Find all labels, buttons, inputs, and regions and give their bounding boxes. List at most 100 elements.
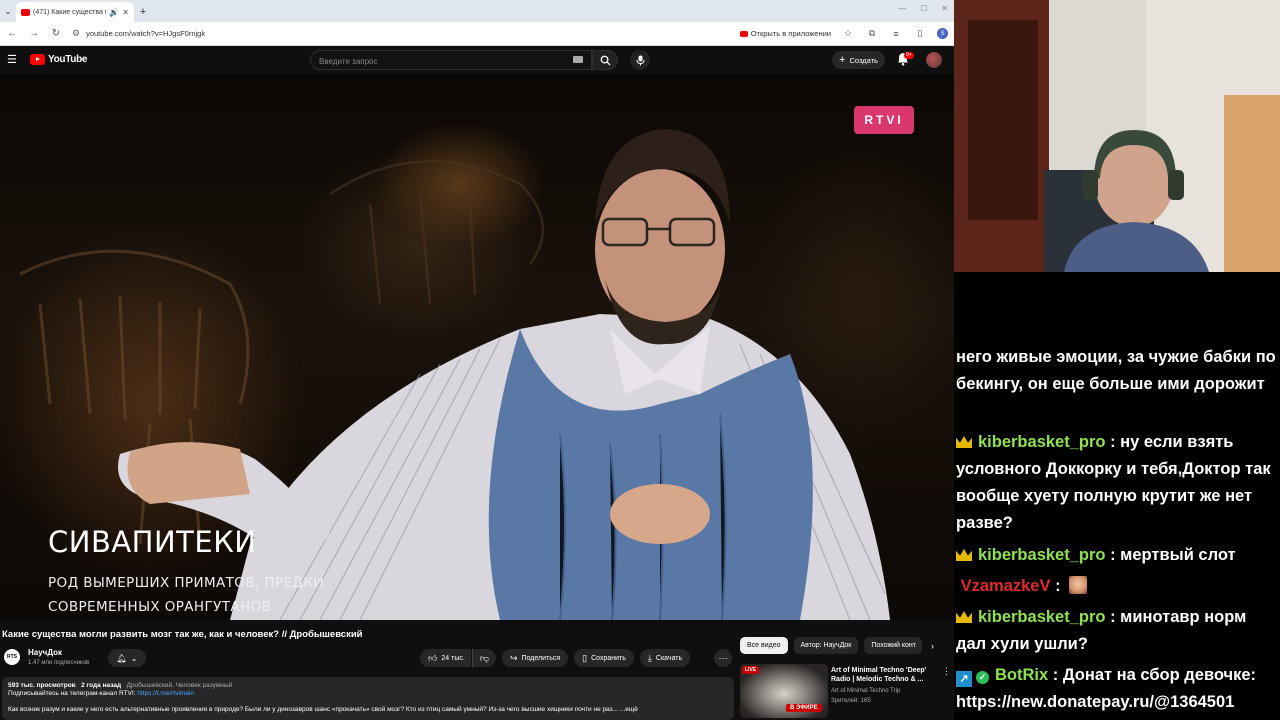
- recommended-viewers: Зрителей: 165: [831, 698, 871, 704]
- save-button[interactable]: ▯ Сохранить: [574, 649, 634, 667]
- forward-icon[interactable]: →: [28, 28, 40, 39]
- split-view-icon[interactable]: ▯: [913, 28, 927, 39]
- bookmark-star-icon[interactable]: ☆: [841, 28, 855, 39]
- video-overlay-title: СИВАПИТЕКИ: [48, 525, 257, 559]
- search-input[interactable]: [319, 55, 549, 67]
- recommended-title[interactable]: Art of Minimal Techno 'Deep' Radio | Mel…: [831, 666, 939, 684]
- audio-icon[interactable]: 🔊: [109, 8, 119, 17]
- stream-chat: него живые эмоции, за чужие бабки по бек…: [954, 272, 1280, 720]
- back-icon[interactable]: ←: [6, 28, 18, 39]
- channel-subscribers: 1,47 млн подписчиков: [28, 660, 90, 666]
- open-in-app-label: Открыть в приложении: [750, 29, 831, 38]
- youtube-logo[interactable]: YouTube: [30, 54, 88, 65]
- url-field[interactable]: ⚙ youtube.com/watch?v=HJgsF0rnjgk: [72, 25, 730, 43]
- close-window-icon[interactable]: ✕: [941, 4, 948, 13]
- youtube-favicon-icon: [21, 8, 30, 16]
- chat-message-text: : мертвый слот: [1105, 546, 1236, 564]
- open-in-app-button[interactable]: Открыть в приложении: [739, 29, 831, 38]
- video-actions: 👍︎ 24 тыс. 👎︎ ↪ Поделиться ▯ Сохранить ⤓…: [420, 649, 691, 667]
- chat-username: kiberbasket_pro: [978, 546, 1106, 564]
- telegram-text: Подписывайтесь на телеграм-канал RTVI:: [8, 690, 136, 697]
- menu-icon[interactable]: ☰: [7, 54, 17, 66]
- more-actions-button[interactable]: ⋯: [714, 649, 732, 667]
- description-meta: 593 тыс. просмотров 2 года назад Дробыше…: [8, 682, 728, 689]
- chat-message-text: :: [1050, 577, 1066, 595]
- emote-icon: [1069, 576, 1088, 594]
- chat-username: VzamazkeV: [960, 577, 1051, 595]
- channel-name[interactable]: НаучДок: [28, 648, 62, 657]
- recommended-thumbnail[interactable]: LIVE В ЭФИРЕ: [740, 664, 828, 718]
- chevron-down-icon: ⌄: [130, 653, 138, 663]
- chat-message: kiberbasket_pro : ну если взять условног…: [956, 429, 1278, 537]
- extensions-icon[interactable]: ⧉: [865, 28, 879, 39]
- upload-date: 2 года назад: [81, 682, 122, 689]
- chip-similar[interactable]: Похожий конт: [864, 637, 923, 654]
- video-title: Какие существа могли развить мозг так же…: [2, 629, 363, 640]
- youtube-play-icon: [30, 54, 45, 65]
- chevron-right-icon[interactable]: ›: [931, 641, 934, 651]
- crown-badge-icon: [956, 611, 972, 623]
- reload-icon[interactable]: ↻: [50, 28, 62, 39]
- video-player[interactable]: RTVI СИВАПИТЕКИ РОД ВЫМЕРШИХ ПРИМАТОВ, П…: [0, 74, 954, 620]
- dislike-button[interactable]: 👎︎: [471, 649, 496, 667]
- chat-message: kiberbasket_pro : мертвый слот: [956, 542, 1278, 569]
- like-count: 24 тыс.: [441, 654, 465, 662]
- notification-badge: 9+: [904, 52, 914, 59]
- search-button[interactable]: [592, 50, 618, 70]
- maximize-icon[interactable]: ☐: [920, 4, 927, 13]
- overlay-subtitle-line-1: РОД ВЫМЕРШИХ ПРИМАТОВ, ПРЕДКИ: [48, 575, 324, 591]
- share-arrow-icon: ↪: [509, 652, 518, 663]
- youtube-small-icon: [739, 30, 748, 37]
- telegram-link[interactable]: https://t.me/rtvimain: [137, 690, 194, 697]
- download-label: Скачать: [655, 654, 683, 662]
- chat-username: kiberbasket_pro: [978, 433, 1106, 451]
- browser-tab[interactable]: (471) Какие существа могли 🔊 ✕: [16, 2, 134, 22]
- webcam-image: [954, 0, 1280, 272]
- browser-window: ⌄ (471) Какие существа могли 🔊 ✕ + — ☐ ✕…: [0, 0, 954, 720]
- download-button[interactable]: ⤓ Скачать: [639, 649, 691, 667]
- share-label: Поделиться: [521, 654, 561, 662]
- thumbs-up-icon: 👍︎: [428, 652, 438, 663]
- related-filter-chips: Все видео Автор: НаучДок Похожий конт: [740, 637, 923, 654]
- bot-badge-icon: ↗: [956, 671, 972, 687]
- video-overlay-subtitle: РОД ВЫМЕРШИХ ПРИМАТОВ, ПРЕДКИ СОВРЕМЕННЫ…: [48, 571, 324, 619]
- playlist-icon[interactable]: ≡: [889, 29, 903, 39]
- chat-message: него живые эмоции, за чужие бабки по бек…: [956, 344, 1278, 398]
- create-label: Создать: [849, 55, 878, 65]
- account-avatar[interactable]: [926, 52, 942, 68]
- close-tab-icon[interactable]: ✕: [122, 8, 129, 17]
- new-tab-button[interactable]: +: [134, 2, 152, 22]
- rtvi-logo: RTVI: [854, 106, 914, 134]
- description-box[interactable]: 593 тыс. просмотров 2 года назад Дробыше…: [2, 677, 734, 720]
- url-text: youtube.com/watch?v=HJgsF0rnjgk: [86, 29, 206, 38]
- description-tags: Дробышевский. Человек разумный: [126, 682, 233, 689]
- keyboard-icon[interactable]: [573, 56, 583, 63]
- tab-title: (471) Какие существа могли: [33, 8, 106, 16]
- live-badge: LIVE: [742, 666, 760, 674]
- bookmark-icon: ▯: [582, 652, 588, 663]
- kebab-menu-icon[interactable]: ⋮: [942, 666, 951, 677]
- tab-list-icon[interactable]: ⌄: [0, 0, 16, 22]
- share-button[interactable]: ↪ Поделиться: [501, 649, 569, 667]
- chip-all-videos[interactable]: Все видео: [740, 637, 788, 654]
- crown-badge-icon: [956, 549, 972, 561]
- subscription-bell-button[interactable]: 🔔︎ ⌄: [108, 649, 146, 667]
- tab-bar: ⌄ (471) Какие существа могли 🔊 ✕ + — ☐ ✕: [0, 0, 954, 22]
- site-info-icon[interactable]: ⚙: [72, 28, 80, 39]
- create-button[interactable]: + Создать: [832, 51, 885, 69]
- crown-badge-icon: [956, 436, 972, 448]
- save-label: Сохранить: [591, 654, 626, 662]
- chat-message-text: него живые эмоции, за чужие бабки по бек…: [956, 348, 1276, 393]
- download-icon: ⤓: [647, 652, 652, 663]
- minimize-icon[interactable]: —: [898, 4, 906, 13]
- chat-message: ↗ ✓ BotRix : Донат на сбор девочке: https:…: [956, 662, 1278, 716]
- chip-author[interactable]: Автор: НаучДок: [793, 637, 859, 654]
- chat-message: VzamazkeV :: [956, 573, 1278, 600]
- voice-search-button[interactable]: [630, 50, 650, 70]
- recommended-video[interactable]: LIVE В ЭФИРЕ Art of Minimal Techno 'Deep…: [740, 664, 952, 720]
- profile-avatar[interactable]: S: [937, 28, 948, 39]
- channel-avatar[interactable]: RTS: [4, 649, 20, 665]
- like-button[interactable]: 👍︎ 24 тыс.: [420, 649, 471, 667]
- recommended-channel: Art of Minimal Techno Trip: [831, 688, 901, 694]
- search-box: [310, 50, 592, 70]
